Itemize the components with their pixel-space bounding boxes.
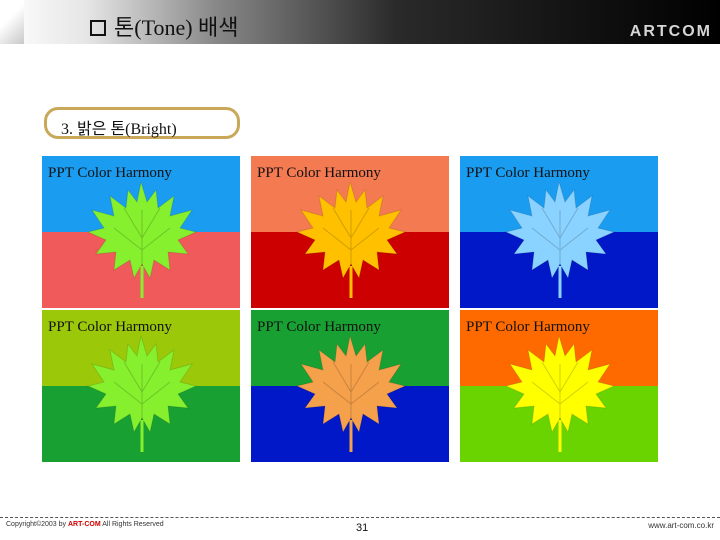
- copyright-suffix: All Rights Reserved: [102, 521, 164, 528]
- footer-url: www.art-com.co.kr: [648, 521, 714, 530]
- maple-leaf-icon: [504, 335, 616, 452]
- copyright-brand: ART-COM: [67, 521, 101, 528]
- color-card: PPT Color Harmony: [251, 156, 449, 308]
- maple-leaf-icon: [295, 181, 407, 298]
- color-card: PPT Color Harmony: [460, 156, 658, 308]
- copyright-prefix: Copyright©2003 by: [6, 521, 67, 528]
- section-label-box: 3. 밝은 톤(Bright): [44, 107, 240, 139]
- color-card: PPT Color Harmony: [42, 156, 240, 308]
- color-card: PPT Color Harmony: [460, 310, 658, 462]
- page-number: 31: [356, 522, 369, 534]
- footer-divider: [0, 517, 720, 518]
- maple-leaf-icon: [86, 181, 198, 298]
- section-label: 3. 밝은 톤(Bright): [61, 121, 177, 138]
- maple-leaf-icon: [295, 335, 407, 452]
- slide-title: 톤(Tone) 배색: [90, 10, 239, 42]
- maple-leaf-icon: [504, 181, 616, 298]
- color-card: PPT Color Harmony: [42, 310, 240, 462]
- title-bar-accent: [0, 0, 24, 44]
- maple-leaf-icon: [86, 335, 198, 452]
- color-card: PPT Color Harmony: [251, 310, 449, 462]
- brand-logo: ARTCOM: [629, 23, 712, 40]
- checkbox-bullet-icon: [90, 19, 106, 36]
- copyright: Copyright©2003 by ART-COM All Rights Res…: [6, 521, 164, 528]
- slide-title-text: 톤(Tone) 배색: [114, 15, 239, 40]
